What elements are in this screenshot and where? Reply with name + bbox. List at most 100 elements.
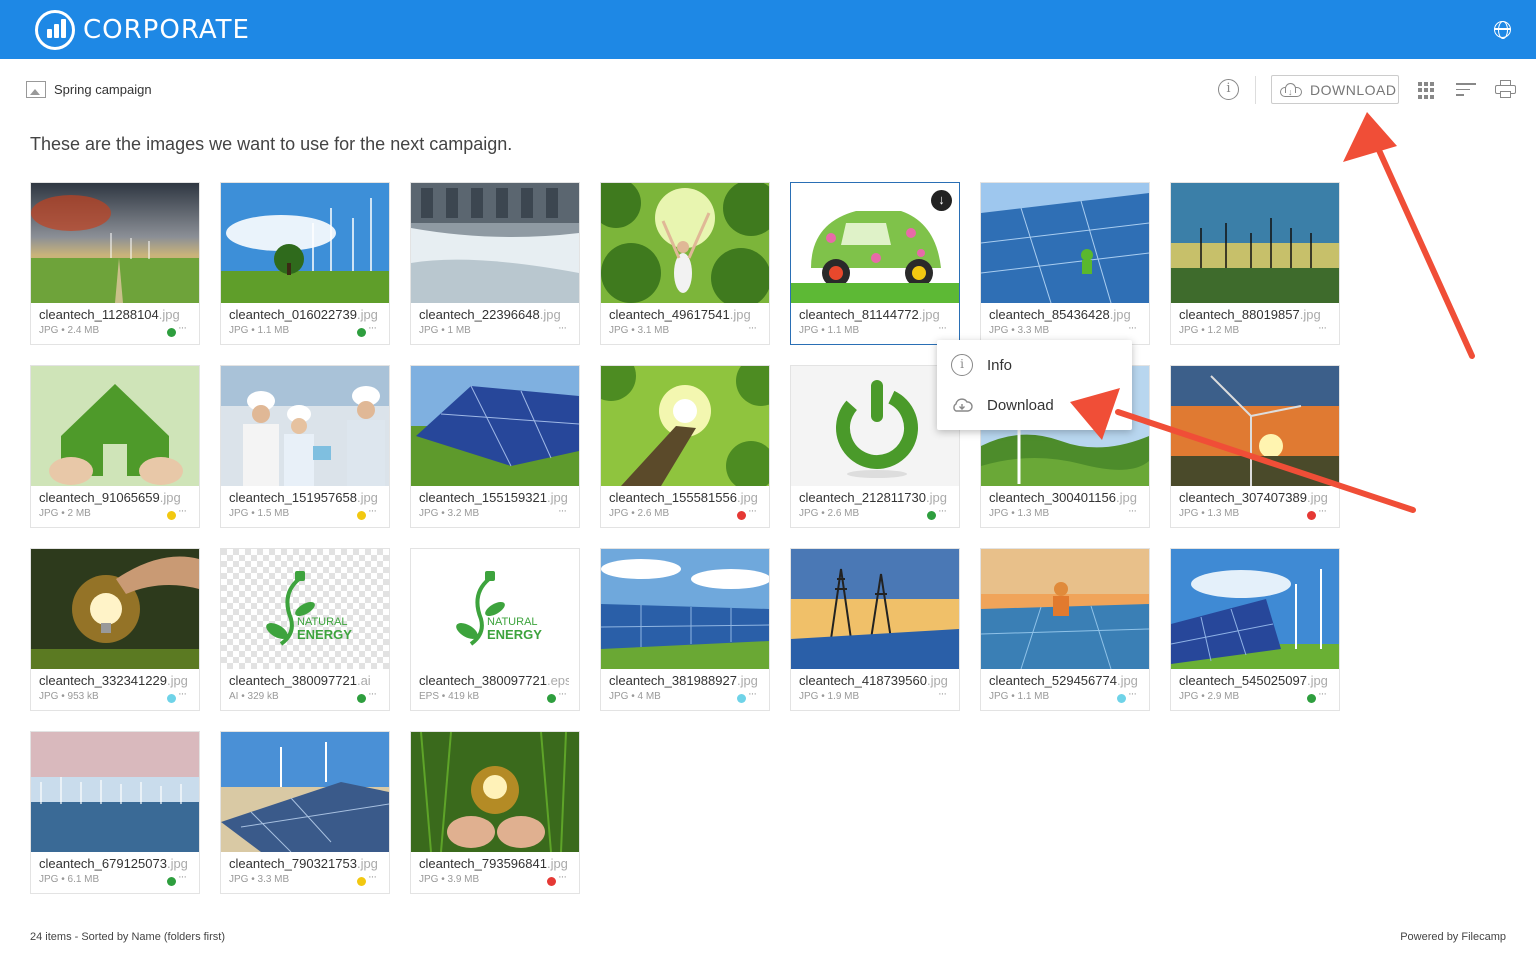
file-thumbnail[interactable] (31, 549, 199, 669)
file-extension: .jpg (1116, 673, 1138, 688)
file-tile[interactable]: cleantech_529456774.jpg JPG • 1.1 MB ··· (980, 548, 1150, 711)
file-tile[interactable]: cleantech_22396648.jpg JPG • 1 MB ··· (410, 182, 580, 345)
menu-item-info[interactable]: i Info (951, 354, 1012, 376)
file-thumbnail[interactable]: NATURAL ENERGY (221, 549, 389, 669)
more-options-icon[interactable]: ··· (368, 322, 377, 334)
bar-chart-logo-icon (35, 10, 75, 50)
more-options-icon[interactable]: ··· (178, 322, 187, 334)
file-thumbnail[interactable] (411, 183, 579, 303)
file-tile[interactable]: cleantech_85436428.jpg JPG • 3.3 MB ··· (980, 182, 1150, 345)
more-options-icon[interactable]: ··· (748, 322, 757, 334)
file-tile[interactable]: cleantech_016022739.jpg JPG • 1.1 MB ··· (220, 182, 390, 345)
file-thumbnail[interactable] (981, 549, 1149, 669)
file-extension: .jpg (1109, 307, 1131, 322)
file-thumbnail[interactable] (601, 549, 769, 669)
breadcrumb[interactable]: Spring campaign (26, 81, 152, 98)
file-thumbnail[interactable] (601, 366, 769, 486)
file-tile[interactable]: cleantech_381988927.jpg JPG • 4 MB ··· (600, 548, 770, 711)
file-name-base: cleantech_88019857 (1179, 307, 1300, 322)
globe-icon[interactable] (1494, 21, 1511, 39)
print-icon[interactable] (1495, 80, 1516, 99)
more-options-icon[interactable]: ··· (938, 505, 947, 517)
file-thumbnail[interactable] (31, 183, 199, 303)
more-options-icon[interactable]: ··· (178, 871, 187, 883)
more-options-icon[interactable]: ··· (1128, 322, 1137, 334)
file-thumbnail[interactable] (981, 183, 1149, 303)
menu-item-download[interactable]: Download (951, 394, 1054, 416)
download-arrow-icon[interactable]: ↓ (931, 190, 952, 211)
file-tile[interactable]: NATURAL ENERGY cleantech_380097721.ai AI • … (220, 548, 390, 711)
file-thumbnail[interactable] (221, 732, 389, 852)
info-icon[interactable]: i (1218, 79, 1239, 100)
file-tile[interactable]: cleantech_212811730.jpg JPG • 2.6 MB ··· (790, 365, 960, 528)
status-dot (1117, 694, 1126, 703)
more-options-icon[interactable]: ··· (1318, 688, 1327, 700)
status-dot (167, 511, 176, 520)
file-tile[interactable]: cleantech_679125073.jpg JPG • 6.1 MB ··· (30, 731, 200, 894)
status-dot (167, 877, 176, 886)
download-button[interactable]: ↓ DOWNLOAD (1271, 75, 1399, 104)
file-thumbnail[interactable] (791, 366, 959, 486)
file-tile[interactable]: cleantech_793596841.jpg JPG • 3.9 MB ··· (410, 731, 580, 894)
file-meta: JPG • 1.5 MB (229, 508, 290, 519)
file-name: cleantech_212811730.jpg (799, 490, 949, 505)
file-meta: JPG • 1.1 MB (989, 691, 1050, 702)
more-options-icon[interactable]: ··· (558, 505, 567, 517)
file-tile[interactable]: cleantech_418739560.jpg JPG • 1.9 MB ··· (790, 548, 960, 711)
more-options-icon[interactable]: ··· (368, 688, 377, 700)
file-tile[interactable]: cleantech_545025097.jpg JPG • 2.9 MB ··· (1170, 548, 1340, 711)
file-thumbnail[interactable] (1171, 549, 1339, 669)
more-options-icon[interactable]: ··· (558, 322, 567, 334)
file-tile[interactable]: cleantech_91065659.jpg JPG • 2 MB ··· (30, 365, 200, 528)
file-tile[interactable]: NATURAL ENERGY cleantech_380097721.eps EPS … (410, 548, 580, 711)
more-options-icon[interactable]: ··· (368, 505, 377, 517)
file-tile[interactable]: ↓ cleantech_81144772.jpg JPG • 1.1 MB ··· (790, 182, 960, 345)
more-options-icon[interactable]: ··· (368, 871, 377, 883)
file-thumbnail[interactable]: NATURAL ENERGY (411, 549, 579, 669)
file-thumbnail[interactable] (221, 366, 389, 486)
file-tile[interactable]: cleantech_11288104.jpg JPG • 2.4 MB ··· (30, 182, 200, 345)
file-tile[interactable]: cleantech_307407389.jpg JPG • 1.3 MB ··· (1170, 365, 1340, 528)
more-options-icon[interactable]: ··· (1318, 505, 1327, 517)
file-thumbnail[interactable] (1171, 183, 1339, 303)
brand-logo[interactable]: CORPORATE (35, 10, 250, 50)
file-thumbnail[interactable] (791, 549, 959, 669)
file-tile[interactable]: cleantech_790321753.jpg JPG • 3.3 MB ··· (220, 731, 390, 894)
more-options-icon[interactable]: ··· (1128, 505, 1137, 517)
more-options-icon[interactable]: ··· (748, 505, 757, 517)
file-tile[interactable]: cleantech_151957658.jpg JPG • 1.5 MB ··· (220, 365, 390, 528)
grid-view-icon[interactable] (1418, 82, 1435, 99)
file-thumbnail[interactable] (601, 183, 769, 303)
file-thumbnail[interactable] (411, 732, 579, 852)
file-extension: .jpg (926, 490, 947, 505)
file-meta: JPG • 3.9 MB (419, 874, 480, 885)
more-options-icon[interactable]: ··· (558, 688, 567, 700)
file-name-base: cleantech_332341229 (39, 673, 167, 688)
file-tile[interactable]: cleantech_332341229.jpg JPG • 953 kB ··· (30, 548, 200, 711)
file-thumbnail[interactable] (31, 732, 199, 852)
file-extension: .eps (546, 673, 569, 688)
file-thumbnail[interactable] (221, 183, 389, 303)
more-options-icon[interactable]: ··· (938, 688, 947, 700)
file-tile[interactable]: cleantech_155159321.jpg JPG • 3.2 MB ··· (410, 365, 580, 528)
file-tile[interactable]: cleantech_88019857.jpg JPG • 1.2 MB ··· (1170, 182, 1340, 345)
file-thumbnail[interactable] (1171, 366, 1339, 486)
more-options-icon[interactable]: ··· (938, 322, 947, 334)
file-name-base: cleantech_155581556 (609, 490, 737, 505)
file-thumbnail[interactable] (411, 366, 579, 486)
more-options-icon[interactable]: ··· (178, 505, 187, 517)
file-tile[interactable]: cleantech_49617541.jpg JPG • 3.1 MB ··· (600, 182, 770, 345)
more-options-icon[interactable]: ··· (1318, 322, 1327, 334)
file-name: cleantech_679125073.jpg (39, 856, 189, 871)
more-options-icon[interactable]: ··· (558, 871, 567, 883)
top-bar: CORPORATE (0, 0, 1536, 59)
more-options-icon[interactable]: ··· (748, 688, 757, 700)
powered-by-link[interactable]: Powered by Filecamp (1400, 931, 1506, 943)
status-dot (357, 328, 366, 337)
file-tile[interactable]: cleantech_155581556.jpg JPG • 2.6 MB ··· (600, 365, 770, 528)
more-options-icon[interactable]: ··· (178, 688, 187, 700)
file-thumbnail[interactable] (31, 366, 199, 486)
more-options-icon[interactable]: ··· (1128, 688, 1137, 700)
sort-icon[interactable] (1456, 83, 1476, 97)
file-extension: .jpg (158, 307, 180, 322)
